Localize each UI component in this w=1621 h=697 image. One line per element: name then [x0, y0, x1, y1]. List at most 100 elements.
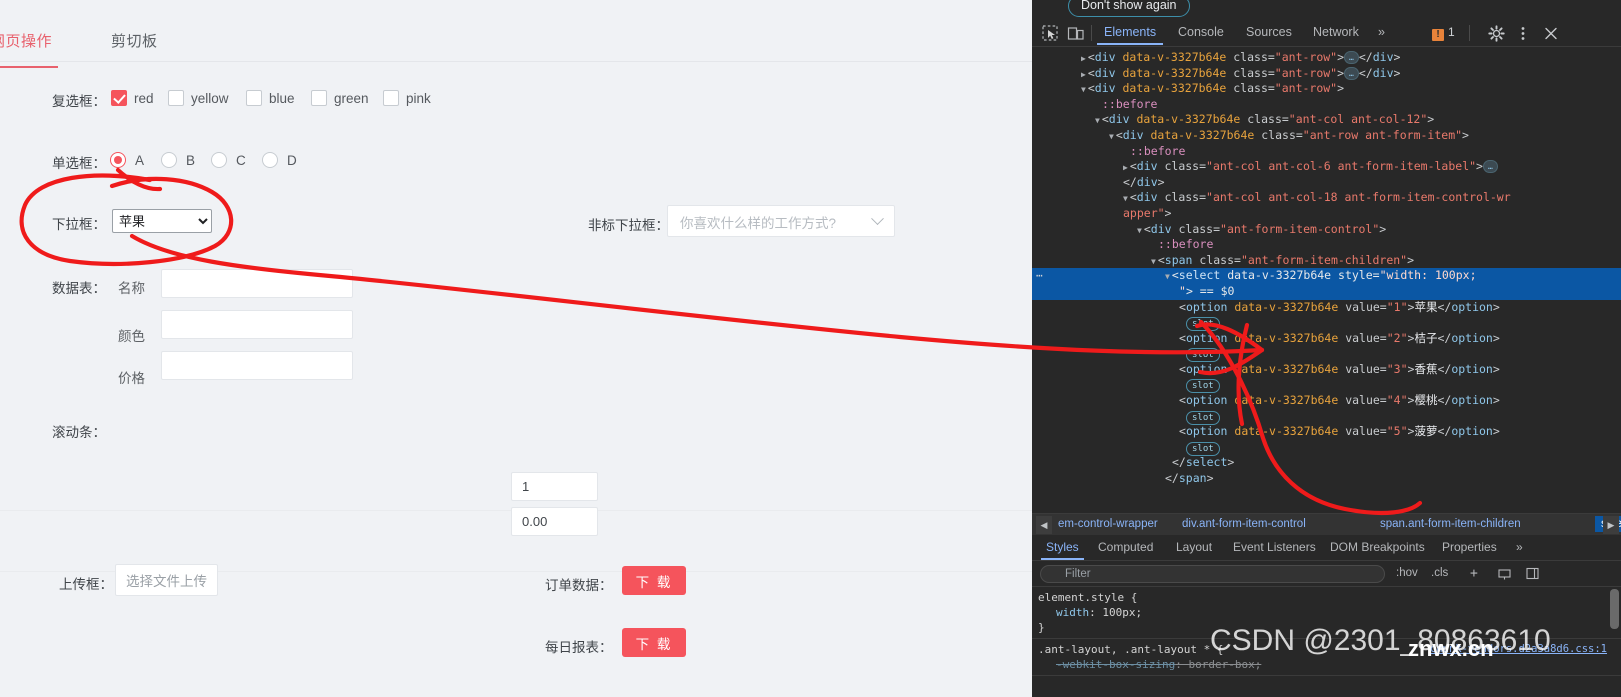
css-declaration[interactable]: width: 100px; — [1038, 605, 1621, 620]
field-input-name[interactable] — [161, 269, 353, 298]
css-value[interactable]: 100px; — [1102, 606, 1142, 619]
field-input-color[interactable] — [161, 310, 353, 339]
tab-layout[interactable]: Layout — [1176, 540, 1212, 554]
dom-node-selected[interactable]: "> == $0 — [1032, 283, 1621, 300]
tab-dom-breakpoints[interactable]: DOM Breakpoints — [1330, 540, 1425, 554]
dom-node[interactable]: apper"> — [1032, 206, 1621, 222]
checkbox-blue[interactable] — [246, 90, 262, 106]
dom-node[interactable]: ▼ <div class="ant-form-item-control"> — [1032, 222, 1621, 238]
dom-node[interactable]: ▶ <div class="ant-col ant-col-6 ant-form-… — [1032, 159, 1621, 175]
css-declaration[interactable]: -webkit-box-sizing: border-box; — [1038, 657, 1621, 672]
chevron-right-icon[interactable]: ▶ — [1081, 51, 1086, 67]
slot-badge[interactable]: slot — [1186, 410, 1220, 425]
toggle-sidebar-icon[interactable] — [1526, 567, 1539, 584]
css-property[interactable]: width — [1056, 606, 1089, 619]
more-tabs-button[interactable]: » — [1378, 25, 1385, 39]
tab-web-operations[interactable]: 网页操作 — [0, 30, 58, 68]
dom-node[interactable]: slot — [1032, 346, 1621, 363]
slot-badge[interactable]: slot — [1186, 441, 1220, 456]
dom-node[interactable]: ▼ <div data-v-3327b64e class="ant-col ant… — [1032, 112, 1621, 128]
expand-ellipsis-icon[interactable]: … — [1482, 160, 1498, 174]
quantity-input[interactable] — [511, 472, 598, 501]
breadcrumb-scroll-left[interactable]: ◀ — [1036, 516, 1052, 534]
error-count-badge[interactable]: ! 1 — [1432, 25, 1455, 41]
dom-node[interactable]: ::before — [1032, 237, 1621, 253]
order-data-download-button[interactable]: 下 载 — [622, 566, 686, 595]
dom-tree[interactable]: ▶ <div data-v-3327b64e class="ant-row">… <… — [1032, 47, 1621, 487]
chevron-down-icon[interactable]: ▼ — [1137, 223, 1142, 239]
dom-node[interactable]: ▼ <div class="ant-col ant-col-18 ant-form… — [1032, 190, 1621, 206]
dont-show-again-button[interactable]: Don't show again — [1068, 0, 1190, 17]
chevron-down-icon[interactable]: ▼ — [1081, 82, 1086, 98]
chevron-down-icon[interactable]: ▼ — [1165, 269, 1170, 285]
dom-node[interactable]: slot — [1032, 377, 1621, 394]
dom-node[interactable]: ▶ <div data-v-3327b64e class="ant-row">… <… — [1032, 50, 1621, 66]
css-value[interactable]: border-box; — [1188, 658, 1261, 671]
more-vertical-icon[interactable] — [1516, 25, 1534, 42]
css-rule-ant-layout[interactable]: .ant-layout, .ant-layout * { chunk-vendo… — [1032, 639, 1621, 676]
chevron-right-icon[interactable]: ▶ — [1123, 160, 1128, 176]
field-input-price[interactable] — [161, 351, 353, 380]
tab-elements[interactable]: Elements — [1096, 25, 1164, 45]
breadcrumb-scroll-right[interactable]: ▶ — [1603, 516, 1619, 534]
tab-properties[interactable]: Properties — [1442, 540, 1497, 554]
radio-d[interactable] — [262, 152, 278, 168]
dom-node[interactable]: slot — [1032, 440, 1621, 456]
expand-ellipsis-icon[interactable]: … — [1344, 66, 1359, 80]
styles-scrollbar[interactable] — [1610, 589, 1619, 629]
checkbox-green[interactable] — [311, 90, 327, 106]
dom-node[interactable]: <option data-v-3327b64e value="5">菠萝</op… — [1032, 424, 1621, 440]
slot-badge[interactable]: slot — [1186, 379, 1220, 394]
chevron-right-icon[interactable]: ▶ — [1081, 67, 1086, 83]
amount-input[interactable] — [511, 507, 598, 536]
dom-node[interactable]: ▼ <span class="ant-form-item-children"> — [1032, 253, 1621, 269]
hover-state-button[interactable]: :hov — [1396, 567, 1418, 579]
breadcrumb-item-0[interactable]: em-control-wrapper — [1058, 518, 1158, 530]
tab-sources[interactable]: Sources — [1246, 25, 1292, 39]
expand-ellipsis-icon[interactable]: … — [1344, 51, 1359, 64]
dom-node[interactable]: <option data-v-3327b64e value="2">桔子</op… — [1032, 331, 1621, 347]
checkbox-pink[interactable] — [383, 90, 399, 106]
dom-node[interactable]: slot — [1032, 315, 1621, 332]
dom-node[interactable]: ▼ <div data-v-3327b64e class="ant-row"> — [1032, 81, 1621, 97]
dom-node-selected[interactable]: ⋯ ▼ <select data-v-3327b64e style="width: … — [1032, 268, 1621, 284]
breadcrumb-item-2[interactable]: span.ant-form-item-children — [1380, 518, 1521, 530]
add-style-rule-icon[interactable]: + — [1470, 566, 1478, 581]
chevron-down-icon[interactable]: ▼ — [1095, 113, 1100, 129]
styles-more-tabs-button[interactable]: » — [1516, 540, 1523, 554]
checkbox-yellow[interactable] — [168, 90, 184, 106]
device-toolbar-icon[interactable] — [1067, 25, 1085, 42]
file-upload-button[interactable]: 选择文件上传 — [115, 564, 218, 596]
dom-node[interactable]: </select> — [1032, 455, 1621, 471]
dom-node[interactable]: ::before — [1032, 144, 1621, 160]
radio-c[interactable] — [211, 152, 227, 168]
dom-node[interactable]: <option data-v-3327b64e value="4">樱桃</op… — [1032, 393, 1621, 409]
chevron-down-icon[interactable]: ▼ — [1123, 191, 1128, 207]
css-source-link[interactable]: chunk-vendors.d2a3a8d6.css:1 — [1430, 642, 1607, 657]
css-property[interactable]: -webkit-box-sizing — [1056, 658, 1175, 671]
slot-badge[interactable]: slot — [1186, 348, 1220, 363]
radio-b[interactable] — [161, 152, 177, 168]
slot-badge[interactable]: slot — [1186, 317, 1220, 332]
tab-console[interactable]: Console — [1178, 25, 1224, 39]
dom-node[interactable]: </span> — [1032, 471, 1621, 487]
styles-filter-input[interactable]: Filter — [1040, 565, 1385, 583]
close-icon[interactable] — [1543, 25, 1561, 42]
dom-node[interactable]: slot — [1032, 409, 1621, 425]
dom-node[interactable]: </div> — [1032, 175, 1621, 191]
css-rule-element-style[interactable]: element.style { width: 100px; } — [1032, 587, 1621, 639]
dom-node[interactable]: ::before — [1032, 97, 1621, 113]
inspect-element-icon[interactable] — [1042, 25, 1060, 42]
styles-rules-pane[interactable]: element.style { width: 100px; } .ant-lay… — [1032, 587, 1621, 697]
dom-node[interactable]: ▶ <div data-v-3327b64e class="ant-row">… <… — [1032, 66, 1621, 82]
tab-computed[interactable]: Computed — [1098, 540, 1153, 554]
tab-event-listeners[interactable]: Event Listeners — [1233, 540, 1316, 554]
chevron-down-icon[interactable]: ▼ — [1109, 129, 1114, 145]
custom-select-work-style[interactable]: 你喜欢什么样的工作方式? — [667, 205, 895, 237]
dom-node[interactable]: <option data-v-3327b64e value="3">香蕉</op… — [1032, 362, 1621, 378]
tab-styles[interactable]: Styles — [1041, 540, 1084, 560]
daily-report-download-button[interactable]: 下 载 — [622, 628, 686, 657]
dom-node[interactable]: ▼ <div data-v-3327b64e class="ant-row ant… — [1032, 128, 1621, 144]
tab-network[interactable]: Network — [1313, 25, 1359, 39]
radio-a[interactable] — [110, 152, 126, 168]
